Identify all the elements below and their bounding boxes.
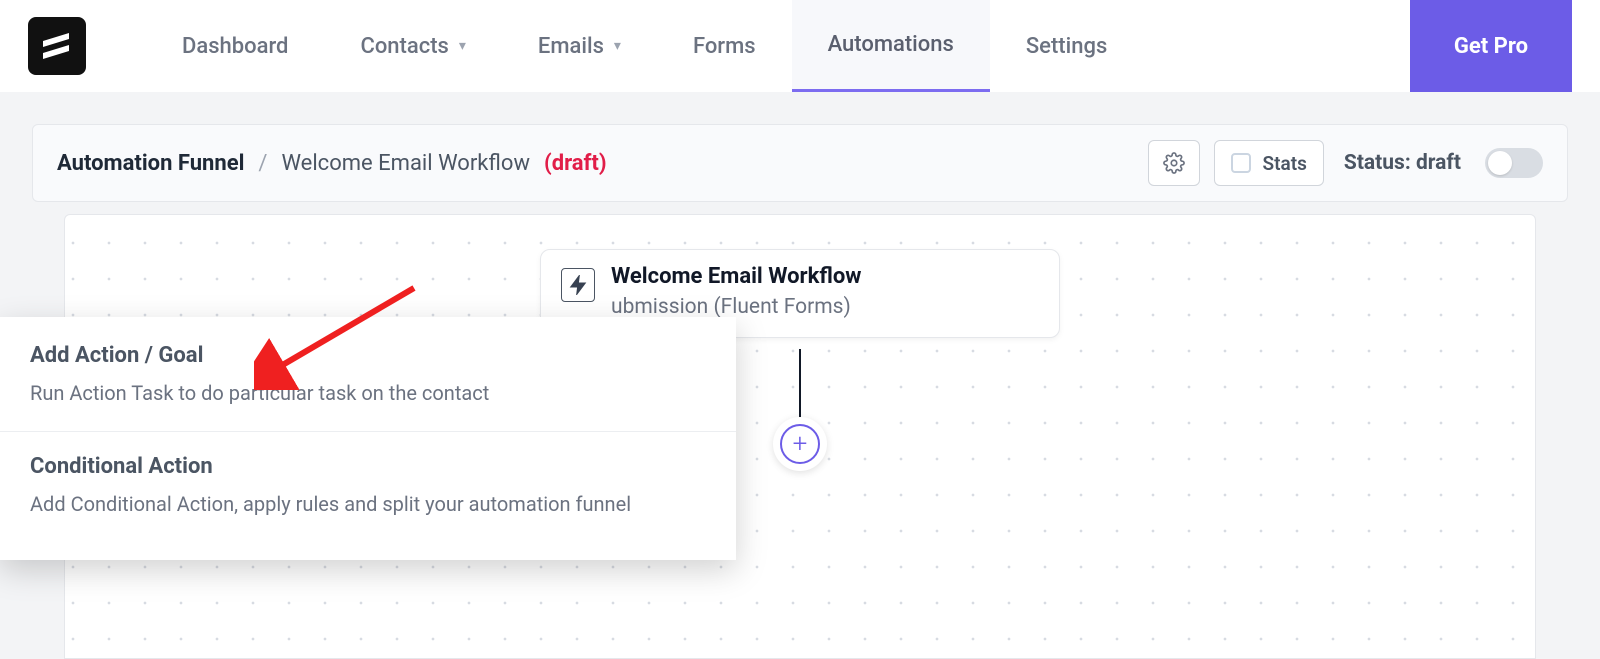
chevron-down-icon: ▾ bbox=[614, 38, 621, 54]
logo-icon bbox=[39, 28, 75, 64]
add-step-button[interactable]: + bbox=[773, 417, 827, 471]
page-header: Automation Funnel / Welcome Email Workfl… bbox=[32, 124, 1568, 202]
nav-label: Contacts bbox=[360, 34, 448, 59]
nav-automations[interactable]: Automations bbox=[792, 0, 990, 92]
nav-contacts[interactable]: Contacts ▾ bbox=[324, 0, 501, 92]
draft-badge: (draft) bbox=[544, 151, 607, 176]
nav-label: Emails bbox=[538, 34, 604, 59]
popup-option-add-action[interactable]: Add Action / Goal Run Action Task to do … bbox=[0, 321, 736, 431]
breadcrumb-root: Automation Funnel bbox=[57, 151, 244, 176]
top-nav: Dashboard Contacts ▾ Emails ▾ Forms Auto… bbox=[0, 0, 1600, 92]
popup-option-desc: Run Action Task to do particular task on… bbox=[30, 378, 706, 409]
nav-settings[interactable]: Settings bbox=[990, 0, 1143, 92]
popup-option-desc: Add Conditional Action, apply rules and … bbox=[30, 489, 706, 520]
nav-label: Forms bbox=[693, 34, 756, 59]
nav-label: Automations bbox=[828, 32, 954, 57]
nav-menu: Dashboard Contacts ▾ Emails ▾ Forms Auto… bbox=[146, 0, 1410, 92]
app-logo[interactable] bbox=[28, 17, 86, 75]
gear-icon bbox=[1163, 152, 1185, 174]
popup-option-conditional[interactable]: Conditional Action Add Conditional Actio… bbox=[0, 431, 736, 542]
nav-forms[interactable]: Forms bbox=[657, 0, 792, 92]
nav-dashboard[interactable]: Dashboard bbox=[146, 0, 324, 92]
get-pro-label: Get Pro bbox=[1454, 34, 1528, 59]
status-toggle[interactable] bbox=[1485, 148, 1543, 178]
popup-option-title: Conditional Action bbox=[30, 454, 706, 479]
nav-label: Settings bbox=[1026, 34, 1107, 59]
node-subtitle: ubmission (Fluent Forms) bbox=[611, 295, 861, 319]
get-pro-button[interactable]: Get Pro bbox=[1410, 0, 1572, 92]
nav-label: Dashboard bbox=[182, 34, 288, 59]
breadcrumb-separator: / bbox=[258, 151, 267, 176]
plus-icon: + bbox=[780, 424, 820, 464]
popup-option-title: Add Action / Goal bbox=[30, 343, 706, 368]
status-label: Status: draft bbox=[1344, 151, 1461, 175]
node-title: Welcome Email Workflow bbox=[611, 264, 861, 289]
settings-button[interactable] bbox=[1148, 140, 1200, 186]
lightning-icon bbox=[561, 268, 595, 302]
nav-emails[interactable]: Emails ▾ bbox=[502, 0, 657, 92]
stats-button[interactable]: Stats bbox=[1214, 140, 1324, 186]
workflow-name: Welcome Email Workflow bbox=[281, 151, 530, 176]
connector-line bbox=[799, 349, 801, 419]
chevron-down-icon: ▾ bbox=[459, 38, 466, 54]
stats-label: Stats bbox=[1263, 152, 1307, 175]
stats-checkbox[interactable] bbox=[1231, 153, 1251, 173]
add-step-popup: Add Action / Goal Run Action Task to do … bbox=[0, 317, 736, 560]
